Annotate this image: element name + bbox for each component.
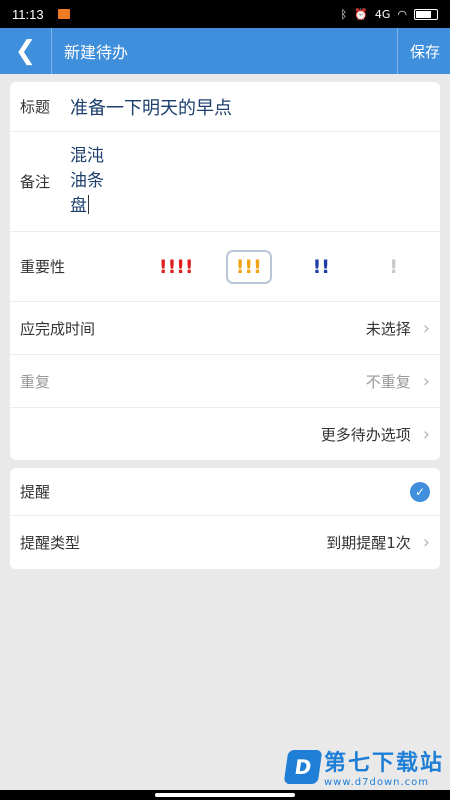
reminder-toggle-row[interactable]: 提醒 ✓ bbox=[10, 468, 440, 516]
home-indicator[interactable] bbox=[155, 793, 295, 797]
reminder-type-label: 提醒类型 bbox=[20, 534, 81, 552]
battery-icon bbox=[414, 8, 438, 20]
deadline-row[interactable]: 应完成时间 未选择 › bbox=[10, 302, 440, 355]
notification-icon bbox=[57, 9, 70, 19]
page-title: 新建待办 bbox=[64, 43, 129, 62]
importance-row: 重要性 !!!! !!! !! ! bbox=[10, 232, 440, 302]
note-line-with-caret: 盘 bbox=[70, 194, 104, 219]
watermark-title: 第七下载站 bbox=[323, 751, 444, 776]
app-bar: ❮ 新建待办 保存 bbox=[0, 28, 450, 74]
more-options-label: 更多待办选项 bbox=[320, 425, 411, 444]
note-input[interactable]: 混沌 油条 盘 bbox=[70, 144, 104, 219]
more-options-row[interactable]: 更多待办选项 › bbox=[10, 408, 440, 460]
importance-option-3[interactable]: !!! bbox=[225, 249, 272, 284]
repeat-row[interactable]: 重复 不重复 › bbox=[10, 355, 440, 408]
note-label: 备注 bbox=[20, 173, 51, 191]
title-label: 标题 bbox=[20, 98, 51, 116]
note-row: 备注 混沌 油条 盘 bbox=[10, 132, 440, 232]
alarm-icon: ⏰ bbox=[354, 7, 368, 21]
importance-option-4[interactable]: !!!! bbox=[153, 250, 199, 284]
deadline-value: 未选择 bbox=[365, 319, 411, 338]
bluetooth-icon: ᛒ bbox=[340, 7, 348, 21]
reminder-type-row[interactable]: 提醒类型 到期提醒1次 › bbox=[10, 516, 440, 569]
status-bar: 11:13 ᛒ ⏰ 4G ◠ bbox=[0, 0, 450, 28]
repeat-value: 不重复 bbox=[365, 372, 411, 391]
note-line: 混沌 bbox=[70, 146, 104, 166]
importance-option-1[interactable]: ! bbox=[371, 250, 417, 284]
chevron-right-icon: › bbox=[422, 370, 430, 392]
note-line: 油条 bbox=[70, 171, 104, 191]
note-line: 盘 bbox=[70, 196, 87, 216]
deadline-label: 应完成时间 bbox=[20, 319, 96, 338]
watermark: D 第七下载站 www.d7down.com bbox=[283, 745, 444, 788]
reminder-type-value: 到期提醒1次 bbox=[326, 534, 411, 552]
reminder-label: 提醒 bbox=[20, 483, 51, 501]
reminder-card: 提醒 ✓ 提醒类型 到期提醒1次 › bbox=[10, 468, 440, 569]
importance-options: !!!! !!! !! ! bbox=[140, 249, 430, 284]
system-nav-bar bbox=[0, 790, 450, 800]
repeat-label: 重复 bbox=[20, 372, 51, 391]
text-caret bbox=[88, 195, 89, 214]
importance-label: 重要性 bbox=[20, 258, 66, 276]
todo-form-card: 标题 准备一下明天的早点 备注 混沌 油条 盘 重要性 !!!! !!! !! … bbox=[10, 82, 440, 460]
watermark-text: 第七下载站 www.d7down.com bbox=[324, 745, 444, 788]
back-button[interactable]: ❮ bbox=[0, 28, 52, 74]
title-input[interactable]: 准备一下明天的早点 bbox=[70, 94, 232, 120]
watermark-url: www.d7down.com bbox=[323, 777, 430, 788]
status-time: 11:13 bbox=[12, 6, 44, 22]
watermark-logo: D bbox=[283, 749, 323, 784]
repeat-value-group: 不重复 › bbox=[366, 371, 430, 392]
signal-icon: 4G bbox=[374, 7, 391, 21]
importance-option-2[interactable]: !! bbox=[298, 250, 344, 284]
save-button[interactable]: 保存 bbox=[396, 28, 450, 74]
more-options-group: 更多待办选项 › bbox=[321, 424, 430, 445]
deadline-value-group: 未选择 › bbox=[366, 318, 430, 339]
wifi-icon: ◠ bbox=[397, 7, 407, 21]
chevron-right-icon: › bbox=[422, 423, 430, 445]
status-icons: ᛒ ⏰ 4G ◠ bbox=[341, 8, 438, 21]
back-arrow-icon: ❮ bbox=[14, 36, 37, 66]
chevron-right-icon: › bbox=[422, 317, 430, 339]
title-row: 标题 准备一下明天的早点 bbox=[10, 82, 440, 132]
reminder-type-group: 到期提醒1次 › bbox=[326, 532, 430, 553]
check-icon[interactable]: ✓ bbox=[410, 481, 430, 502]
chevron-right-icon: › bbox=[422, 532, 430, 553]
